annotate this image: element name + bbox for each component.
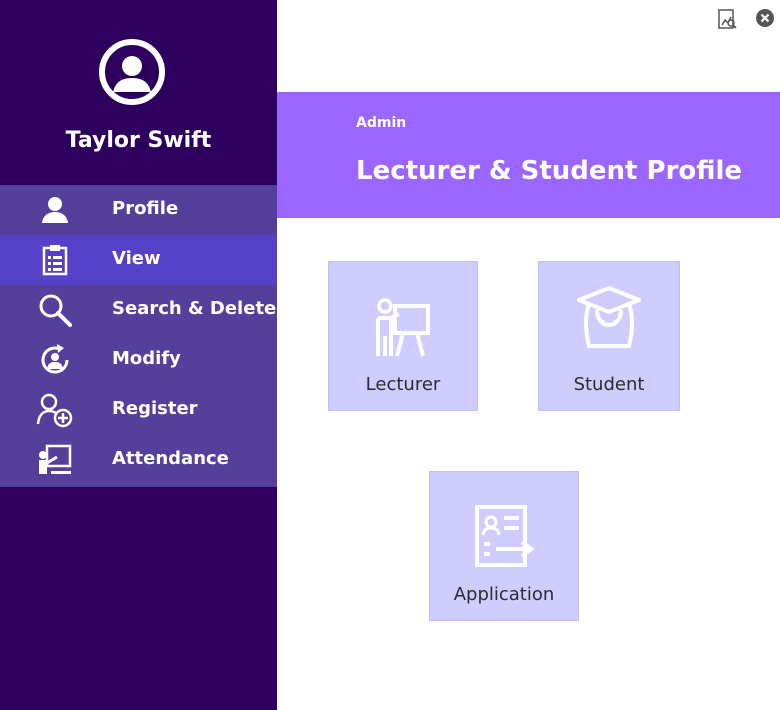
sidebar-item-label: Search & Delete [112,298,277,319]
sidebar-item-register[interactable]: Register [0,385,277,435]
sidebar-item-label: Register [112,398,198,419]
header-subtitle: Admin [356,115,407,131]
avatar-icon [98,38,166,106]
sidebar-item-attendance[interactable]: Attendance [0,435,277,485]
sidebar-item-view[interactable]: View [0,235,277,285]
header-banner: Admin Lecturer & Student Profile [277,92,780,218]
sidebar-item-profile[interactable]: Profile [0,185,277,235]
student-tile[interactable]: Student [538,261,680,411]
id-document-icon [474,504,535,572]
sidebar: Taylor Swift Profile View Search & Delet… [0,0,277,710]
graduate-student-icon [573,285,645,354]
user-name: Taylor Swift [65,128,212,153]
sidebar-item-search-delete[interactable]: Search & Delete [0,285,277,335]
tile-label: Student [573,374,645,395]
refresh-user-icon [36,343,74,377]
teacher-board-icon [373,296,433,362]
sidebar-item-label: Modify [112,348,181,369]
report-icon[interactable] [716,8,738,30]
search-icon [36,293,74,327]
user-icon [36,193,74,227]
application-tile[interactable]: Application [429,471,579,621]
tile-label: Application [453,584,555,605]
tile-label: Lecturer [365,374,441,395]
clipboard-list-icon [36,243,74,277]
sidebar-item-label: Attendance [112,448,229,469]
close-icon[interactable] [755,8,775,30]
add-user-icon [36,393,74,428]
page-title: Lecturer & Student Profile [356,156,743,186]
nav-menu: Profile View Search & Delete Modify Regi… [0,185,277,487]
lecturer-tile[interactable]: Lecturer [328,261,478,411]
presentation-board-icon [36,443,74,477]
sidebar-item-label: Profile [112,198,179,219]
sidebar-item-label: View [112,248,161,269]
sidebar-item-modify[interactable]: Modify [0,335,277,385]
